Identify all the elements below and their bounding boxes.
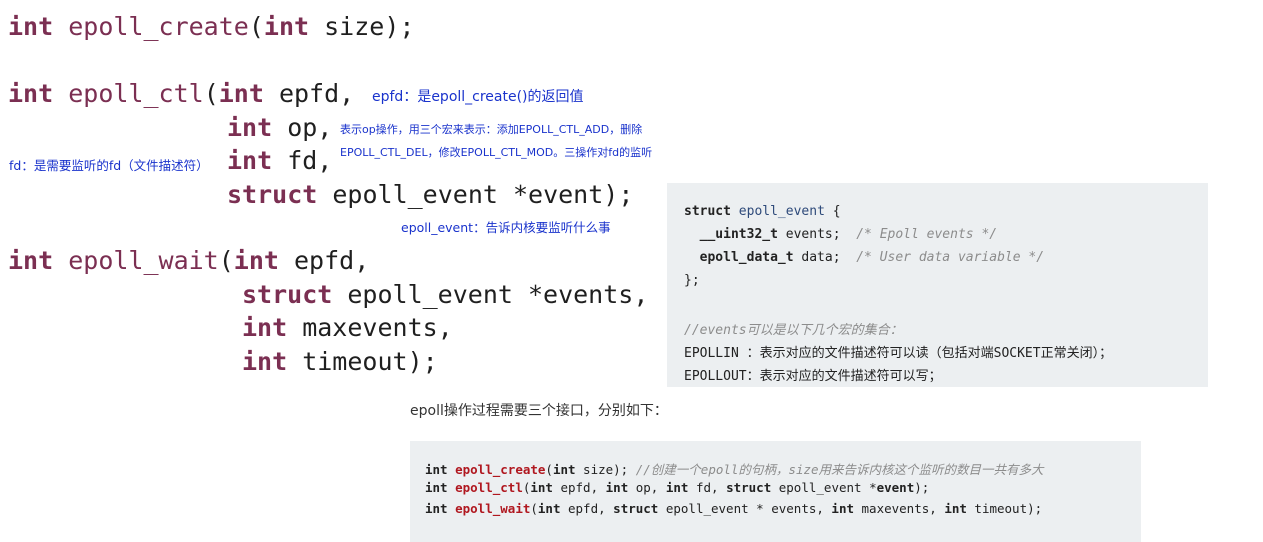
code-line: epoll_data_t data; /* User data variable…	[699, 250, 1045, 265]
code-line-epoll-create: int epoll_create(int size); //创建一个epoll的…	[425, 462, 1044, 477]
struct-epoll-event-code-block: struct epoll_event { __uint32_t events; …	[667, 183, 1208, 387]
epoll-wait-line-2: struct epoll_event *events,	[242, 280, 649, 309]
epoll-wait-line-1: int epoll_wait(int epfd,	[8, 246, 370, 275]
epoll-ctl-line-2: int op,	[227, 113, 333, 142]
epoll-api-code-block: int epoll_create(int size); //创建一个epoll的…	[410, 441, 1141, 542]
code-line: __uint32_t events; /* Epoll events */	[699, 227, 998, 242]
annotation-op-line-2: EPOLL_CTL_DEL，修改EPOLL_CTL_MOD。三操作对fd的监听	[340, 146, 653, 159]
annotation-op-line-1: 表示op操作，用三个宏来表示：添加EPOLL_CTL_ADD，删除	[340, 123, 643, 136]
epoll-wait-line-4: int timeout);	[242, 347, 438, 376]
annotation-epfd: epfd：是epoll_create()的返回值	[372, 89, 584, 105]
interfaces-caption: epoll操作过程需要三个接口，分别如下：	[410, 403, 668, 419]
code-line-epoll-ctl: int epoll_ctl(int epfd, int op, int fd, …	[425, 480, 930, 495]
code-comment-line: //events可以是以下几个宏的集合：	[684, 323, 903, 338]
code-line: };	[684, 273, 700, 288]
epoll-create-line: int epoll_create(int size);	[8, 12, 415, 41]
epoll-signature-figure: int epoll_create(int size); int epoll_ct…	[0, 0, 680, 390]
epoll-ctl-line-1: int epoll_ctl(int epfd,	[8, 79, 355, 108]
code-line: struct epoll_event {	[684, 204, 841, 219]
epoll-ctl-line-3: int fd,	[227, 146, 333, 175]
epoll-wait-line-3: int maxevents,	[242, 313, 453, 342]
code-line: EPOLLOUT：表示对应的文件描述符可以写；	[684, 369, 942, 384]
code-line: EPOLLIN ：表示对应的文件描述符可以读（包括对端SOCKET正常关闭）；	[684, 346, 1113, 361]
code-line-epoll-wait: int epoll_wait(int epfd, struct epoll_ev…	[425, 501, 1043, 516]
annotation-fd: fd：是需要监听的fd（文件描述符）	[9, 158, 209, 173]
annotation-epoll-event: epoll_event：告诉内核要监听什么事	[401, 220, 611, 235]
epoll-ctl-line-4: struct epoll_event *event);	[227, 180, 634, 209]
